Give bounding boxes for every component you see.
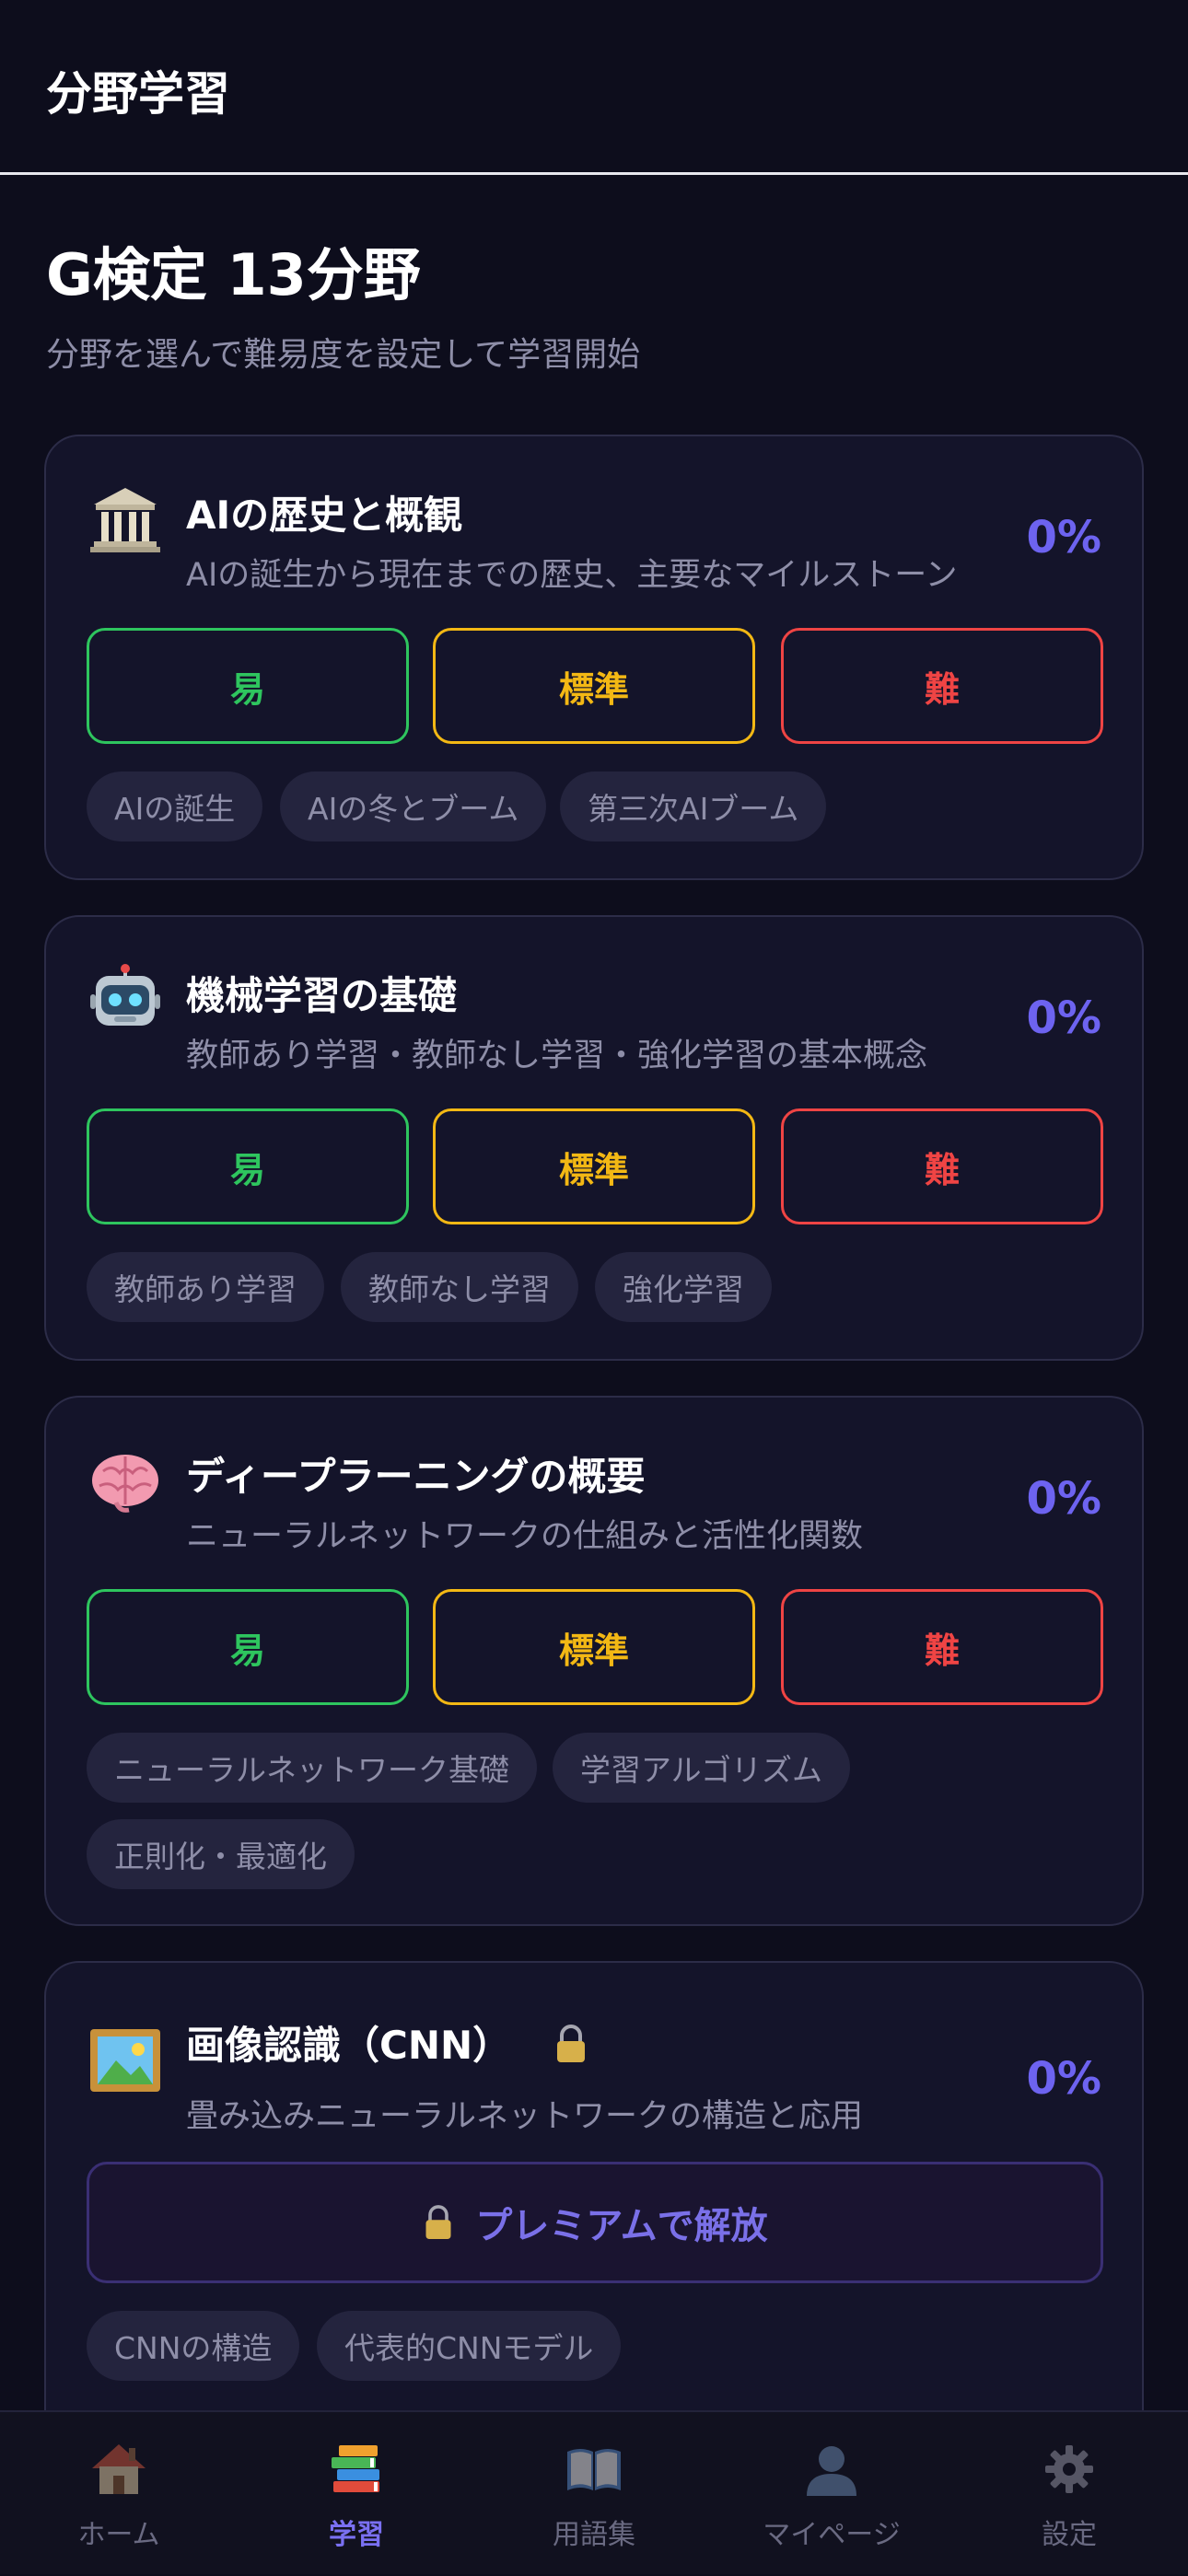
- card-title: 画像認識（CNN）: [186, 2014, 589, 2073]
- progress-percent: 0%: [1026, 2053, 1102, 2105]
- topic-tag: CNNの構造: [87, 2311, 300, 2381]
- difficulty-hard-button[interactable]: 難: [781, 628, 1103, 744]
- bottom-navigation: ホーム 学習 用語集 マイページ 設定: [0, 2410, 1188, 2574]
- difficulty-standard-button[interactable]: 標準: [433, 1108, 755, 1224]
- app-header: 分野学習: [0, 0, 1188, 175]
- page-subtitle: 分野を選んで難易度を設定して学習開始: [46, 336, 641, 374]
- difficulty-easy-button[interactable]: 易: [87, 1589, 409, 1705]
- open-book-icon: [561, 2436, 627, 2502]
- nav-label: ホーム: [77, 2519, 160, 2551]
- category-card-deep-learning[interactable]: ディープラーニングの概要 ニューラルネットワークの仕組みと活性化関数 0% 易 …: [44, 1396, 1144, 1926]
- topic-tag: 学習アルゴリズム: [553, 1733, 851, 1803]
- topic-tag: 正則化・最適化: [87, 1819, 355, 1889]
- topic-tag: 強化学習: [595, 1252, 772, 1322]
- house-icon: [86, 2436, 152, 2502]
- lock-icon: [553, 2024, 589, 2073]
- card-title: 機械学習の基礎: [186, 973, 458, 1018]
- gear-icon: [1036, 2436, 1102, 2502]
- topic-tag: 第三次AIブーム: [560, 772, 827, 841]
- unlock-premium-button[interactable]: プレミアムで解放: [87, 2162, 1103, 2283]
- progress-percent: 0%: [1026, 992, 1102, 1044]
- brain-icon: [87, 1442, 164, 1519]
- card-description: 教師あり学習・教師なし学習・強化学習の基本概念: [186, 1038, 928, 1074]
- difficulty-hard-button[interactable]: 難: [781, 1108, 1103, 1224]
- card-title: AIの歴史と概観: [186, 493, 463, 538]
- nav-item-mypage[interactable]: マイページ: [713, 2412, 950, 2576]
- category-card-image-recognition[interactable]: 画像認識（CNN） 畳み込みニューラルネットワークの構造と応用 0% プレミアム…: [44, 1961, 1144, 2477]
- topic-tag: AIの誕生: [87, 772, 263, 841]
- lock-icon: [422, 2204, 455, 2241]
- card-description: AIの誕生から現在までの歴史、主要なマイルストーン: [186, 557, 958, 594]
- nav-item-glossary[interactable]: 用語集: [475, 2412, 713, 2576]
- topic-tag: AIの冬とブーム: [280, 772, 547, 841]
- card-description: ニューラルネットワークの仕組みと活性化関数: [186, 1518, 864, 1555]
- difficulty-easy-button[interactable]: 易: [87, 628, 409, 744]
- nav-item-study[interactable]: 学習: [238, 2412, 475, 2576]
- card-title-text: 画像認識（CNN）: [186, 2023, 512, 2068]
- user-silhouette-icon: [798, 2436, 865, 2502]
- books-icon: [323, 2436, 390, 2502]
- category-card-ml-basics[interactable]: 機械学習の基礎 教師あり学習・教師なし学習・強化学習の基本概念 0% 易 標準 …: [44, 915, 1144, 1361]
- robot-icon: [87, 961, 164, 1039]
- nav-item-settings[interactable]: 設定: [950, 2412, 1188, 2576]
- progress-percent: 0%: [1026, 512, 1102, 563]
- topic-tag: 代表的CNNモデル: [317, 2311, 622, 2381]
- difficulty-easy-button[interactable]: 易: [87, 1108, 409, 1224]
- premium-button-label: プレミアムで解放: [475, 2205, 768, 2247]
- nav-item-home[interactable]: ホーム: [0, 2412, 238, 2576]
- nav-label: 用語集: [553, 2519, 635, 2551]
- topic-tag: 教師あり学習: [87, 1252, 324, 1322]
- framed-picture-icon: [87, 2022, 164, 2099]
- card-description: 畳み込みニューラルネットワークの構造と応用: [186, 2098, 864, 2135]
- progress-percent: 0%: [1026, 1473, 1102, 1525]
- page-title: G検定 13分野: [46, 241, 421, 308]
- nav-label: マイページ: [763, 2519, 901, 2551]
- difficulty-standard-button[interactable]: 標準: [433, 1589, 755, 1705]
- header-title: 分野学習: [46, 67, 230, 121]
- topic-tag: ニューラルネットワーク基礎: [87, 1733, 537, 1803]
- card-title: ディープラーニングの概要: [186, 1454, 646, 1499]
- category-card-ai-history[interactable]: AIの歴史と概観 AIの誕生から現在までの歴史、主要なマイルストーン 0% 易 …: [44, 435, 1144, 880]
- nav-label: 設定: [1042, 2519, 1097, 2551]
- classical-building-icon: [87, 481, 164, 558]
- difficulty-hard-button[interactable]: 難: [781, 1589, 1103, 1705]
- topic-tag: 教師なし学習: [341, 1252, 578, 1322]
- difficulty-standard-button[interactable]: 標準: [433, 628, 755, 744]
- nav-label: 学習: [329, 2519, 384, 2551]
